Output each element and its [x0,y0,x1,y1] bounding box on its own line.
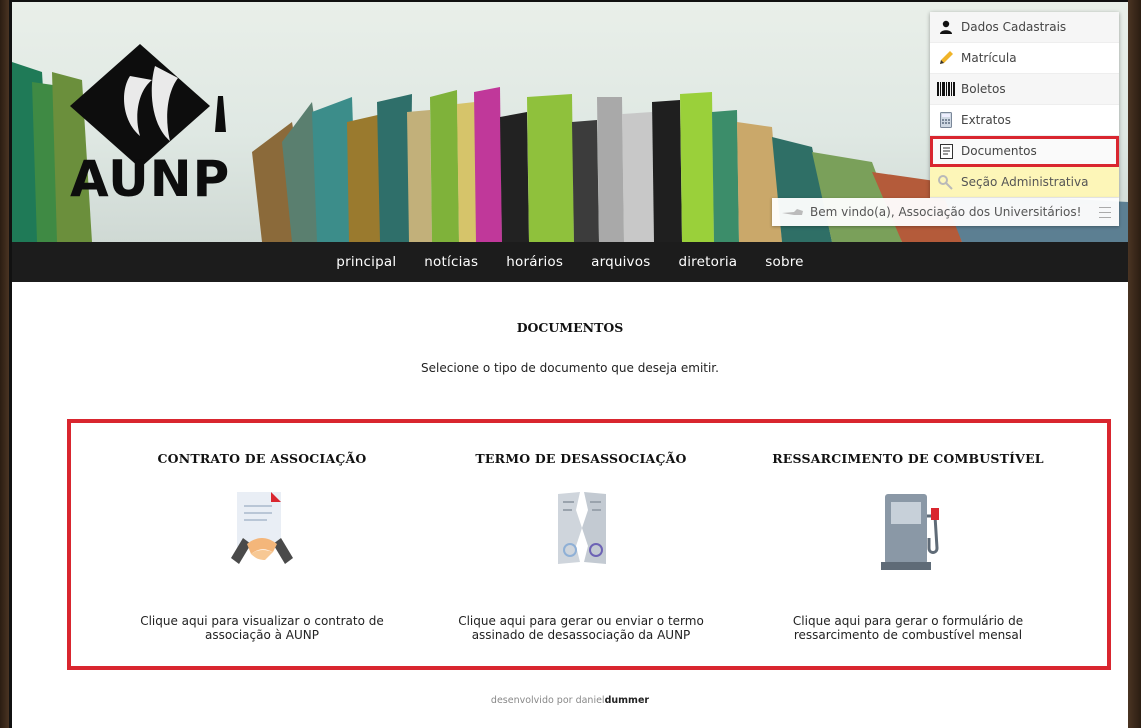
menu-label: Boletos [961,82,1006,96]
menu-item-secao-administrativa[interactable]: Seção Administrativa [930,167,1119,198]
menu-label: Matrícula [961,51,1017,65]
pencil-icon [937,49,955,67]
main-navbar: principal notícias horários arquivos dir… [12,242,1128,282]
menu-item-matricula[interactable]: Matrícula [930,43,1119,74]
nav-sobre[interactable]: sobre [765,254,803,270]
barcode-icon [937,80,955,98]
document-title: RESSARCIMENTO DE COMBUSTÍVEL [772,451,1044,466]
nav-diretoria[interactable]: diretoria [678,254,737,270]
menu-item-extratos[interactable]: Extratos [930,105,1119,136]
menu-label: Documentos [961,144,1037,158]
user-icon [937,18,955,36]
welcome-bar[interactable]: Bem vindo(a), Associação dos Universitár… [772,198,1119,226]
calculator-icon [937,111,955,129]
header-banner: AUNP Dados Cadastrais Matrícula Boletos [12,2,1128,242]
documents-panel: CONTRATO DE ASSOCIAÇÃO Clique aqui para … [67,419,1111,670]
footer-credit[interactable]: desenvolvido por danieldummer [12,695,1128,706]
window-frame-left [0,0,9,728]
nav-principal[interactable]: principal [336,254,396,270]
menu-toggle-icon[interactable] [1099,206,1111,218]
contract-handshake-icon[interactable] [217,488,307,578]
document-title: TERMO DE DESASSOCIAÇÃO [475,451,687,466]
nav-arquivos[interactable]: arquivos [591,254,650,270]
window-frame-right [1128,0,1141,728]
nav-noticias[interactable]: notícias [424,254,478,270]
menu-item-dados-cadastrais[interactable]: Dados Cadastrais [930,12,1119,43]
logo-text: AUNP [70,150,231,208]
menu-label: Seção Administrativa [961,175,1089,189]
hand-pointer-icon [782,207,804,217]
menu-label: Dados Cadastrais [961,20,1067,34]
fuel-pump-icon[interactable] [863,488,953,578]
document-card-contrato[interactable]: CONTRATO DE ASSOCIAÇÃO Clique aqui para … [102,451,422,642]
menu-item-boletos[interactable]: Boletos [930,74,1119,105]
page: AUNP Dados Cadastrais Matrícula Boletos [9,0,1128,728]
document-card-desassociacao[interactable]: TERMO DE DESASSOCIAÇÃO Clique aqui para … [421,451,741,642]
document-description[interactable]: Clique aqui para gerar ou enviar o termo… [421,614,741,642]
user-dropdown-menu: Dados Cadastrais Matrícula Boletos Extra… [930,12,1119,198]
document-description[interactable]: Clique aqui para gerar o formulário de r… [748,614,1068,642]
welcome-text: Bem vindo(a), Associação dos Universitár… [810,205,1082,219]
document-card-ressarcimento[interactable]: RESSARCIMENTO DE COMBUSTÍVEL Clique aqui… [748,451,1068,642]
document-description[interactable]: Clique aqui para visualizar o contrato d… [102,614,422,642]
menu-label: Extratos [961,113,1011,127]
document-icon [937,142,955,160]
torn-document-icon[interactable] [536,488,626,578]
menu-item-documentos[interactable]: Documentos [930,136,1119,167]
nav-horarios[interactable]: horários [506,254,563,270]
key-icon [937,173,955,191]
page-title: DOCUMENTOS [516,320,624,335]
page-subtitle: Selecione o tipo de documento que deseja… [421,361,719,375]
document-title: CONTRATO DE ASSOCIAÇÃO [157,451,367,466]
